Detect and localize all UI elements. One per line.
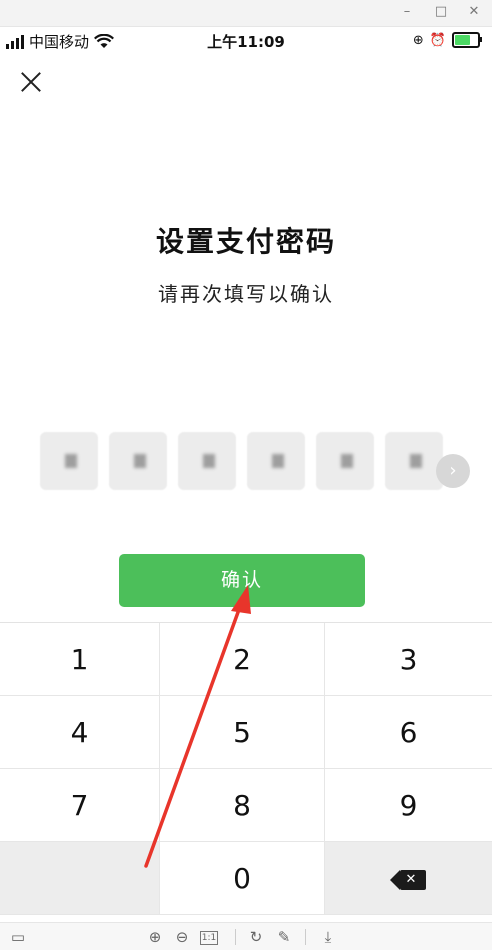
password-digit-box [385, 432, 443, 490]
key-0[interactable]: 0 [160, 842, 325, 915]
panel-icon[interactable]: ▭ [8, 927, 28, 947]
close-icon[interactable] [17, 68, 45, 96]
password-input[interactable] [40, 432, 443, 490]
password-digit-box [40, 432, 98, 490]
battery-icon [452, 32, 482, 48]
rotate-icon[interactable]: ↻ [246, 927, 266, 947]
password-digit-box [247, 432, 305, 490]
password-digit-box [178, 432, 236, 490]
confirm-button[interactable]: 确认 [119, 554, 365, 607]
page-subtitle: 请再次填写以确认 [158, 282, 334, 306]
password-digit-box [316, 432, 374, 490]
edit-icon[interactable]: ✎ [274, 927, 294, 947]
close-window-icon[interactable]: ✕ [463, 3, 485, 21]
key-9[interactable]: 9 [325, 769, 492, 842]
key-6[interactable]: 6 [325, 696, 492, 769]
backspace-icon: ✕ [389, 870, 426, 890]
password-digit-box [109, 432, 167, 490]
viewer-toolbar: ▭ ⊕ ⊖ 1:1 ↻ ✎ ⤓ [0, 922, 492, 950]
backspace-key[interactable]: ✕ [325, 842, 492, 915]
download-icon[interactable]: ⤓ [318, 927, 338, 947]
minimize-icon[interactable]: – [396, 3, 418, 21]
maximize-icon[interactable]: □ [430, 3, 452, 21]
status-bar: 中国移动 上午11:09 ⊕ ⏰ [0, 27, 492, 55]
actual-size-icon[interactable]: 1:1 [200, 931, 218, 945]
page-title: 设置支付密码 [155, 225, 336, 258]
zoom-in-icon[interactable]: ⊕ [145, 927, 165, 947]
key-2[interactable]: 2 [160, 623, 325, 696]
lock-rotation-icon: ⊕ [412, 32, 424, 48]
viewer-titlebar: – □ ✕ [0, 0, 492, 27]
key-3[interactable]: 3 [325, 623, 492, 696]
numeric-keypad: 1 2 3 4 5 6 7 8 9 0 ✕ [0, 622, 492, 917]
chevron-right-icon[interactable]: › [436, 454, 470, 488]
zoom-out-icon[interactable]: ⊖ [172, 927, 192, 947]
key-1[interactable]: 1 [0, 623, 160, 696]
alarm-icon: ⏰ [429, 32, 446, 48]
key-7[interactable]: 7 [0, 769, 160, 842]
key-5[interactable]: 5 [160, 696, 325, 769]
key-8[interactable]: 8 [160, 769, 325, 842]
key-4[interactable]: 4 [0, 696, 160, 769]
key-empty [0, 842, 160, 915]
